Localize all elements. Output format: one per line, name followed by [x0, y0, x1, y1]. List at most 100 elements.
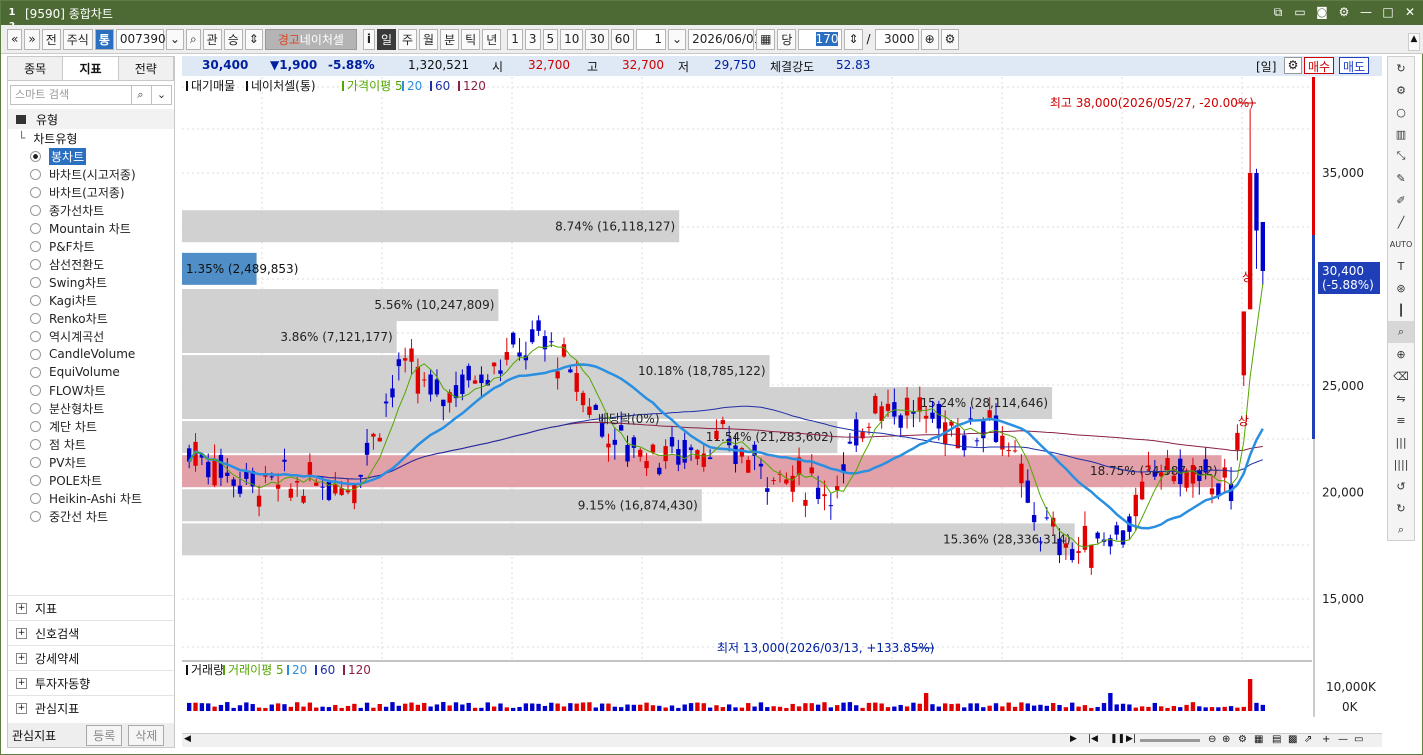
draw-tool-icon[interactable]: ✎: [1388, 167, 1414, 189]
chart-tool-icon[interactable]: ▥: [1388, 123, 1414, 145]
radio-icon[interactable]: [30, 492, 41, 504]
chart-type-item[interactable]: 삼선전환도: [8, 255, 174, 273]
register-button[interactable]: 등록: [86, 724, 123, 746]
chart-type-item[interactable]: 분산형차트: [8, 399, 174, 417]
stock-name-field[interactable]: 경고 네이처셀: [264, 28, 357, 50]
tab-stock[interactable]: 종목: [8, 57, 64, 80]
interval-input[interactable]: 1: [636, 28, 666, 50]
radio-icon[interactable]: [30, 510, 41, 522]
grid-icon[interactable]: ▩: [1288, 734, 1297, 745]
fibonacci-tool-icon[interactable]: ≡: [1388, 409, 1414, 431]
refresh-icon[interactable]: ↻: [1388, 57, 1414, 79]
info-button[interactable]: i: [362, 28, 375, 50]
radio-icon[interactable]: [30, 366, 41, 378]
chart-type-item[interactable]: 역시계곡선: [8, 327, 174, 345]
total-input[interactable]: 3000: [874, 28, 919, 50]
dang-button[interactable]: 당: [777, 28, 797, 50]
calendar-icon[interactable]: ▦: [756, 28, 776, 50]
undo-icon[interactable]: ↺: [1388, 475, 1414, 497]
maximize-icon[interactable]: □: [1380, 4, 1396, 20]
chart-type-item[interactable]: Swing차트: [8, 273, 174, 291]
chart-type-item[interactable]: Renko차트: [8, 309, 174, 327]
search-icon[interactable]: ⌕: [131, 86, 149, 104]
pen-tool-icon[interactable]: ✐: [1388, 189, 1414, 211]
price-chart[interactable]: 8.74% (16,118,127) 1.35% (2,489,853) 5.56%…: [182, 77, 1382, 730]
radio-icon[interactable]: [30, 294, 41, 306]
tab-indicator[interactable]: 지표: [63, 57, 119, 80]
circle-tool-icon[interactable]: ○: [1388, 101, 1414, 123]
radio-icon[interactable]: [30, 312, 41, 324]
zoom-in-icon[interactable]: ⊕: [1222, 734, 1230, 745]
radio-icon[interactable]: [30, 474, 41, 486]
interval-3-button[interactable]: 3: [524, 28, 541, 50]
group-favorite-indicator[interactable]: + 관심지표: [8, 695, 174, 720]
bars-tool-icon[interactable]: |||: [1388, 431, 1414, 453]
tab-strategy[interactable]: 전략: [118, 57, 174, 80]
screen-icon[interactable]: ▭: [1292, 4, 1308, 20]
stock-type-button[interactable]: 주식: [62, 28, 93, 50]
chart-type-item[interactable]: 바차트(시고저종): [8, 165, 174, 183]
nav-down-button[interactable]: »: [24, 28, 40, 50]
chart-type-item[interactable]: Mountain 차트: [8, 219, 174, 237]
radio-icon[interactable]: [30, 186, 41, 198]
candle-tool-icon[interactable]: ┃: [1388, 299, 1414, 321]
prev-button[interactable]: 전: [41, 28, 61, 50]
tong-button[interactable]: 통: [94, 28, 114, 50]
settings-icon[interactable]: ⚙: [1284, 57, 1302, 74]
erase-tool-icon[interactable]: ⌫: [1388, 365, 1414, 387]
buy-button[interactable]: 매수: [1304, 57, 1335, 74]
interval-5-button[interactable]: 5: [542, 28, 559, 50]
chart-type-item[interactable]: EquiVolume: [8, 363, 174, 381]
gear-icon[interactable]: ⚙: [1388, 79, 1414, 101]
interval-60-button[interactable]: 60: [610, 28, 634, 50]
gwan-button[interactable]: 관: [202, 28, 222, 50]
chart-icon[interactable]: ▤: [1272, 734, 1281, 745]
gear-icon[interactable]: ⚙: [1238, 734, 1247, 745]
radio-icon[interactable]: [30, 204, 41, 216]
scroll-right-icon[interactable]: ▶: [1070, 734, 1077, 744]
radio-icon[interactable]: [30, 150, 41, 162]
magnet-tool-icon[interactable]: ⊛: [1388, 277, 1414, 299]
chart-type-item[interactable]: Kagi차트: [8, 291, 174, 309]
interval-30-button[interactable]: 30: [585, 28, 609, 50]
smart-search-input[interactable]: 스마트 검색 ⌕ ⌄: [10, 85, 172, 105]
category-type[interactable]: 유형: [8, 109, 174, 129]
radio-icon[interactable]: [30, 240, 41, 252]
zoom-slider[interactable]: [1140, 739, 1200, 742]
remove-icon[interactable]: —: [1338, 734, 1348, 745]
radio-icon[interactable]: [30, 276, 41, 288]
stock-code-input[interactable]: 007390: [115, 28, 166, 50]
count-spin-icon[interactable]: ⇕: [844, 28, 863, 50]
updown-spin-icon[interactable]: ⇕: [244, 28, 263, 50]
period-week-tab[interactable]: 주: [398, 28, 418, 50]
chart-scrollbar[interactable]: ◀ ▶ |◀ ❚❚ ▶| ⊖ ⊕ ⚙ ▦ ▤ ▩ ⇗ + — ▭: [182, 733, 1382, 747]
close-icon[interactable]: ✕: [1402, 4, 1418, 20]
chart-type-item[interactable]: FLOW차트: [8, 381, 174, 399]
search-icon[interactable]: ⌕: [185, 28, 201, 50]
auto-tool-icon[interactable]: AUTO: [1388, 233, 1414, 255]
text-tool-icon[interactable]: T: [1388, 255, 1414, 277]
group-investor-trend[interactable]: + 투자자동향: [8, 670, 174, 695]
count-input[interactable]: 170: [798, 28, 843, 50]
trend-tool-icon[interactable]: ⤡: [1388, 145, 1414, 167]
radio-icon[interactable]: [30, 384, 41, 396]
zoom-tool-icon[interactable]: ⌕: [1388, 321, 1414, 343]
search-tool-icon[interactable]: ⌕: [1388, 519, 1414, 541]
minimize-icon[interactable]: —: [1358, 4, 1374, 20]
zoom-in-icon[interactable]: ⊕: [920, 28, 939, 50]
chart-type-item[interactable]: CandleVolume: [8, 345, 174, 363]
table-icon[interactable]: ▦: [1254, 734, 1263, 745]
columns-tool-icon[interactable]: ||||: [1388, 453, 1414, 475]
seung-button[interactable]: 승: [223, 28, 243, 50]
radio-icon[interactable]: [30, 420, 41, 432]
zoom-in-tool-icon[interactable]: ⊕: [1388, 343, 1414, 365]
line-tool-icon[interactable]: ╱: [1388, 211, 1414, 233]
code-dropdown-icon[interactable]: ⌄: [165, 28, 184, 50]
radio-icon[interactable]: [30, 258, 41, 270]
radio-icon[interactable]: [30, 456, 41, 468]
period-year-tab[interactable]: 년: [482, 28, 502, 50]
period-day-tab[interactable]: 일: [376, 28, 396, 50]
chart-type-item[interactable]: 종가선차트: [8, 201, 174, 219]
redo-icon[interactable]: ↻: [1388, 497, 1414, 519]
radio-icon[interactable]: [30, 402, 41, 414]
